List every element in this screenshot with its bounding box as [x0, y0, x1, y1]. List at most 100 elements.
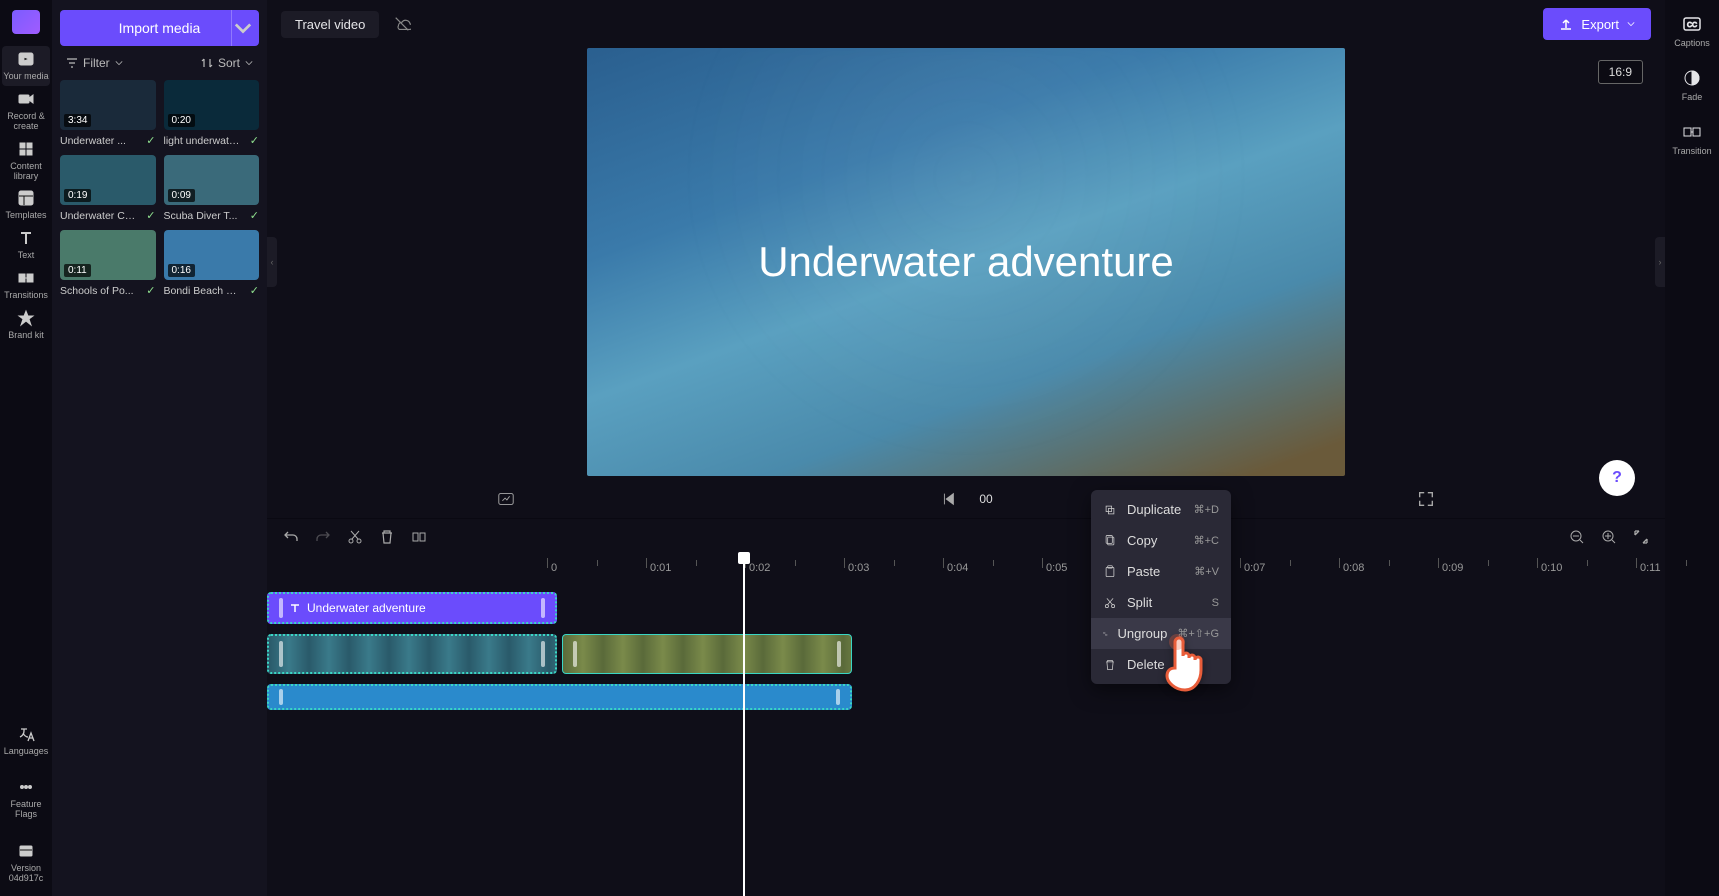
zoom-in-icon[interactable]	[1601, 529, 1617, 545]
cloud-sync-off-icon[interactable]	[393, 15, 411, 33]
right-transition[interactable]: Transition	[1672, 122, 1711, 156]
app-logo[interactable]	[12, 10, 40, 34]
ruler-label: 0:04	[947, 562, 968, 574]
clip-handle-right[interactable]	[541, 641, 545, 666]
fullscreen-icon[interactable]	[1417, 490, 1435, 508]
nav-templates[interactable]: Templates	[2, 185, 50, 225]
sort-label: Sort	[218, 56, 240, 70]
right-panel-handle[interactable]: ›	[1655, 237, 1665, 287]
clip-handle-right[interactable]	[837, 641, 841, 668]
text-clip-label: Underwater adventure	[307, 601, 426, 615]
record-icon	[17, 90, 35, 108]
clip-handle-left[interactable]	[573, 641, 577, 668]
media-thumbnail[interactable]: 0:16 Bondi Beach or ... ✓	[164, 230, 260, 297]
nav-label: Languages	[4, 747, 49, 757]
video-clip-1[interactable]	[267, 634, 557, 674]
thumbnail-name: Underwater Col...	[60, 210, 138, 222]
timeline[interactable]: 0 0:01 0:02 0:03 0:04 0:05 0:06 0:07 0:0…	[267, 554, 1665, 896]
thumbnail-duration: 0:19	[64, 189, 91, 202]
delete-icon[interactable]	[379, 529, 395, 545]
undo-icon[interactable]	[283, 529, 299, 545]
zoom-out-icon[interactable]	[1569, 529, 1585, 545]
ctx-ungroup[interactable]: Ungroup ⌘+⇧+G	[1091, 618, 1231, 649]
right-label: Transition	[1672, 146, 1711, 156]
clip-handle-right[interactable]	[541, 598, 545, 618]
help-button[interactable]: ?	[1599, 460, 1635, 496]
ruler-minor-tick	[1587, 560, 1588, 566]
clip-handle-left[interactable]	[279, 598, 283, 618]
media-thumbnail[interactable]: 0:09 Scuba Diver T... ✓	[164, 155, 260, 222]
clip-handle-left[interactable]	[279, 641, 283, 666]
split-icon[interactable]	[411, 529, 427, 545]
ruler-label: 0:02	[749, 562, 770, 574]
ruler-tick	[943, 558, 944, 568]
right-fade[interactable]: Fade	[1682, 68, 1703, 102]
ctx-label: Split	[1127, 595, 1152, 610]
nav-record-create[interactable]: Record & create	[2, 86, 50, 136]
top-bar: Travel video Export	[267, 0, 1665, 48]
check-icon: ✓	[146, 209, 155, 222]
playhead[interactable]	[743, 554, 745, 896]
ctx-duplicate[interactable]: Duplicate ⌘+D	[1091, 494, 1231, 525]
chevron-down-icon	[1627, 20, 1635, 28]
svg-text:CC: CC	[1687, 22, 1697, 29]
ruler-tick	[1240, 558, 1241, 568]
thumbnail-name: Scuba Diver T...	[164, 210, 238, 222]
right-captions[interactable]: CC Captions	[1674, 14, 1710, 48]
nav-version-d-c[interactable]: Version 04d917c	[2, 838, 50, 888]
delete-icon	[1103, 658, 1117, 672]
skip-back-icon[interactable]	[939, 490, 957, 508]
nav-your-media[interactable]: Your media	[2, 46, 50, 86]
media-thumbnail[interactable]: 0:20 light underwater... ✓	[164, 80, 260, 147]
redo-icon[interactable]	[315, 529, 331, 545]
ungroup-icon	[1103, 627, 1108, 641]
thumbnail-name: Underwater ...	[60, 135, 126, 147]
text-clip[interactable]: Underwater adventure	[267, 592, 557, 624]
ruler-label: 0	[551, 562, 557, 574]
ctx-split[interactable]: Split S	[1091, 587, 1231, 618]
media-thumbnail[interactable]: 0:19 Underwater Col... ✓	[60, 155, 156, 222]
paste-icon	[1103, 565, 1117, 579]
filter-icon	[66, 57, 78, 69]
audio-clip[interactable]	[267, 684, 852, 710]
ctx-paste[interactable]: Paste ⌘+V	[1091, 556, 1231, 587]
project-title[interactable]: Travel video	[281, 11, 379, 38]
ruler-label: 0:03	[848, 562, 869, 574]
left-nav-rail: Your media Record & create Content libra…	[0, 0, 52, 896]
nav-languages[interactable]: Languages	[2, 721, 50, 761]
ctx-shortcut: ⌘+V	[1194, 565, 1219, 578]
ruler-minor-tick	[1290, 560, 1291, 566]
video-clip-2[interactable]	[562, 634, 852, 674]
library-icon	[17, 140, 35, 158]
import-dropdown-chevron[interactable]	[231, 10, 253, 46]
ctx-shortcut: ⌘+C	[1194, 534, 1219, 547]
media-thumbnail[interactable]: 0:11 Schools of Po... ✓	[60, 230, 156, 297]
frame-capture-icon[interactable]	[497, 490, 515, 508]
thumbnail-name: light underwater...	[164, 135, 242, 147]
ctx-copy[interactable]: Copy ⌘+C	[1091, 525, 1231, 556]
ctx-shortcut: S	[1212, 597, 1219, 609]
zoom-fit-icon[interactable]	[1633, 529, 1649, 545]
nav-transitions[interactable]: Transitions	[2, 265, 50, 305]
cut-icon[interactable]	[347, 529, 363, 545]
aspect-ratio-button[interactable]: 16:9	[1598, 60, 1643, 84]
import-media-button[interactable]: Import media	[60, 10, 259, 46]
templates-icon	[17, 189, 35, 207]
timeline-ruler[interactable]: 0 0:01 0:02 0:03 0:04 0:05 0:06 0:07 0:0…	[267, 558, 1665, 584]
export-button[interactable]: Export	[1543, 8, 1651, 40]
filter-button[interactable]: Filter	[66, 56, 123, 70]
ruler-tick	[1438, 558, 1439, 568]
nav-text[interactable]: Text	[2, 225, 50, 265]
video-preview[interactable]: Underwater adventure	[587, 48, 1345, 476]
nav-content-library[interactable]: Content library	[2, 136, 50, 186]
media-thumbnail[interactable]: 3:34 Underwater ... ✓	[60, 80, 156, 147]
text-icon	[17, 229, 35, 247]
clip-handle-left[interactable]	[279, 689, 283, 704]
ctx-delete[interactable]: Delete	[1091, 649, 1231, 680]
sort-button[interactable]: Sort	[201, 56, 253, 70]
left-panel-handle[interactable]: ‹	[267, 237, 277, 287]
clip-handle-right[interactable]	[836, 689, 840, 704]
nav-feature-flags[interactable]: Feature Flags	[2, 774, 50, 824]
overlay-text: Underwater adventure	[758, 238, 1174, 286]
nav-brand-kit[interactable]: Brand kit	[2, 305, 50, 345]
